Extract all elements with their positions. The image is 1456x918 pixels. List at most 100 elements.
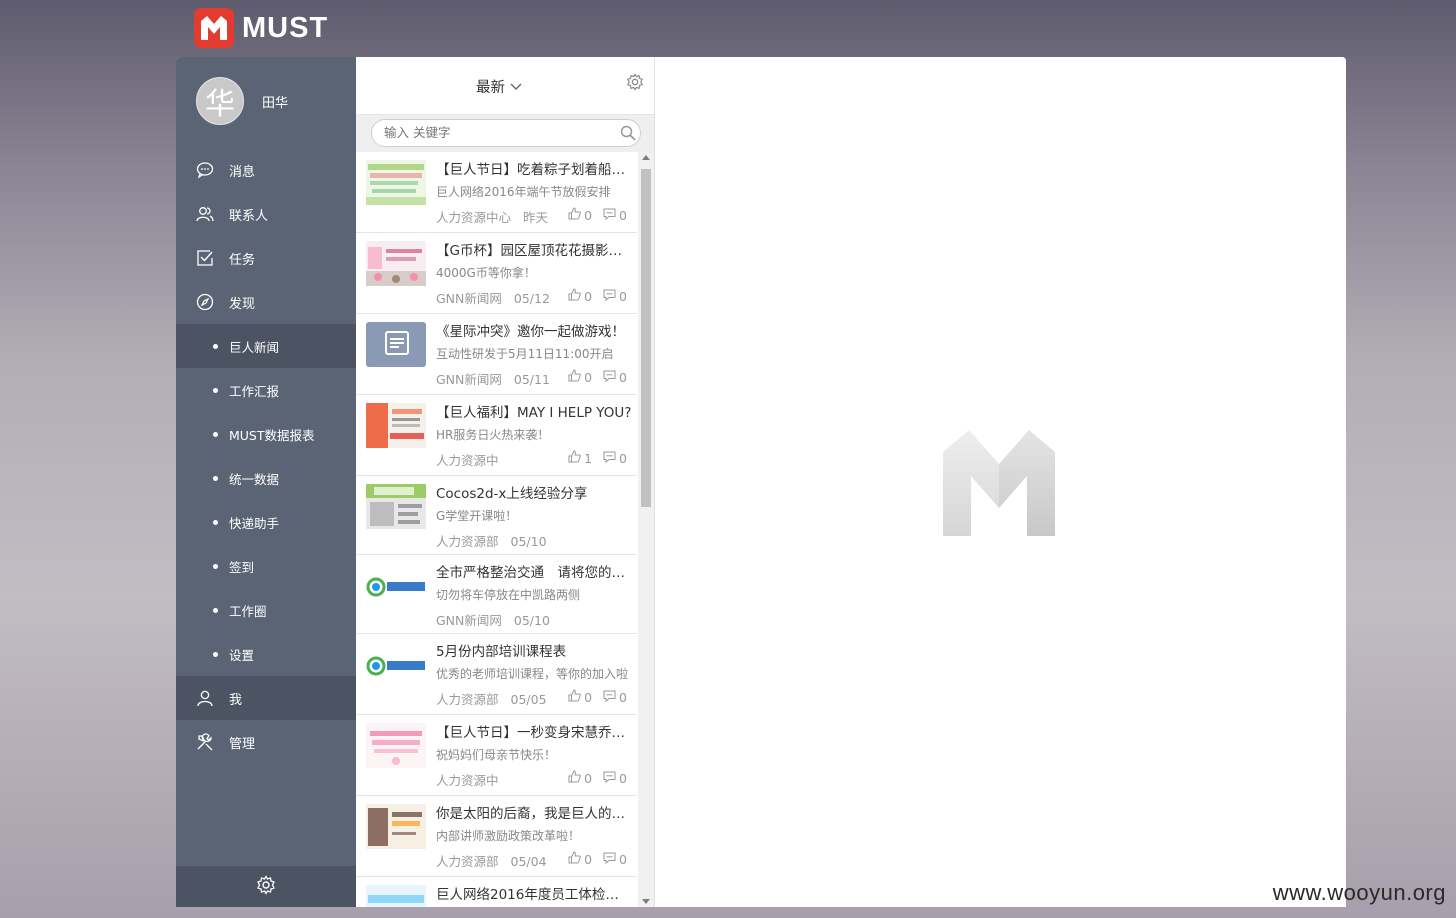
sidebar-subitem-label: 工作圈 — [229, 603, 267, 619]
comment-icon[interactable] — [603, 690, 616, 705]
sidebar-subitem-unified-data[interactable]: 统一数据 — [176, 456, 356, 500]
news-title: 【G币杯】园区屋顶花花摄影大… — [436, 243, 632, 259]
like-count: 0 — [584, 770, 593, 786]
news-title: 巨人网络2016年度员工体检即将… — [436, 887, 632, 903]
search-icon[interactable] — [620, 125, 636, 145]
comment-icon[interactable] — [603, 852, 616, 867]
news-date: 05/10 — [513, 613, 550, 628]
sidebar-item-contacts[interactable]: 联系人 — [176, 192, 356, 236]
like-count: 0 — [584, 689, 593, 705]
news-desc: HR服务日火热来袭！ — [436, 428, 550, 442]
sidebar-item-label: 任务 — [229, 252, 256, 268]
news-stats: 0 0 — [568, 207, 627, 223]
sidebar-item-messages[interactable]: 消息 — [176, 148, 356, 192]
list-item[interactable]: 【巨人福利】MAY I HELP YOU? HR服务日火热来袭！ 人力资源中 1… — [356, 395, 637, 476]
news-meta: 人力资源部 05/04 — [436, 851, 547, 870]
user-profile[interactable]: 华 田华 — [196, 77, 288, 125]
sidebar-subitem-label: 签到 — [229, 559, 255, 575]
news-title: 【巨人节日】吃着粽子划着船，… — [436, 162, 632, 178]
news-title: 【巨人节日】一秒变身宋慧乔，… — [436, 725, 632, 741]
comment-count: 0 — [619, 851, 627, 867]
sidebar-subitem-settings[interactable]: 设置 — [176, 632, 356, 676]
news-date: 05/10 — [510, 534, 547, 549]
list-item[interactable]: 【G币杯】园区屋顶花花摄影大… 4000G币等你拿！ GNN新闻网 05/12 0… — [356, 233, 637, 314]
news-thumbnail — [366, 322, 426, 367]
list-item[interactable]: 5月份内部培训课程表 优秀的老师培训课程，等你的加入啦 人力资源部 05/05 0… — [356, 634, 637, 715]
sidebar-item-tasks[interactable]: 任务 — [176, 236, 356, 280]
thumbs-up-icon[interactable] — [568, 689, 581, 705]
comment-icon[interactable] — [603, 208, 616, 223]
sidebar-subitem-label: 设置 — [229, 647, 255, 663]
sidebar-subitem-express-assistant[interactable]: 快递助手 — [176, 500, 356, 544]
avatar[interactable]: 华 — [196, 77, 244, 125]
scroll-down-arrow-icon[interactable] — [642, 899, 650, 904]
sidebar-subitem-work-report[interactable]: 工作汇报 — [176, 368, 356, 412]
list-item[interactable]: 你是太阳的后裔，我是巨人的讲师 内部讲师激励政策改革啦！ 人力资源部 05/04 … — [356, 796, 637, 877]
checkbox-icon — [196, 249, 214, 267]
news-source: 人力资源中心 — [436, 210, 512, 225]
sidebar-item-admin[interactable]: 管理 — [176, 720, 356, 764]
sidebar-subitem-check-in[interactable]: 签到 — [176, 544, 356, 588]
bullet — [213, 475, 218, 481]
news-thumbnail — [366, 241, 426, 286]
comment-count: 0 — [619, 207, 627, 223]
news-thumbnail — [366, 723, 426, 768]
list-settings-button[interactable] — [626, 73, 644, 95]
sort-dropdown[interactable]: 最新 — [476, 76, 522, 97]
list-item[interactable]: Cocos2d-x上线经验分享 G学堂开课啦！ 人力资源部 05/10 — [356, 476, 637, 555]
thumbs-up-icon[interactable] — [568, 369, 581, 385]
thumbs-up-icon[interactable] — [568, 851, 581, 867]
sidebar-subitem-work-circle[interactable]: 工作圈 — [176, 588, 356, 632]
scrollbar-thumb[interactable] — [641, 169, 651, 507]
list-item[interactable]: 全市严格整治交通 请将您的爱… 切勿将车停放在中凯路两侧 GNN新闻网 05/10 — [356, 555, 637, 634]
news-title: 全市严格整治交通 请将您的爱… — [436, 565, 632, 581]
scroll-up-arrow-icon[interactable] — [642, 155, 650, 160]
thumbs-up-icon[interactable] — [568, 288, 581, 304]
comment-icon[interactable] — [603, 451, 616, 466]
list-item[interactable]: 【巨人节日】吃着粽子划着船，… 巨人网络2016年端午节放假安排 人力资源中心昨… — [356, 152, 637, 233]
news-source: 人力资源部 — [436, 692, 499, 707]
news-list-panel: 最新 输入 关键字 【巨人节日】吃着粽子划着船，… 巨人网络2016年端午节放假… — [356, 57, 655, 907]
list-item[interactable]: 巨人网络2016年度员工体检即将… — [356, 877, 637, 907]
news-source: 人力资源中 — [436, 453, 499, 468]
comment-icon[interactable] — [603, 771, 616, 786]
news-meta: GNN新闻网 05/12 — [436, 288, 550, 307]
thumbs-up-icon[interactable] — [568, 770, 581, 786]
sidebar-subitem-giant-news[interactable]: 巨人新闻 — [176, 324, 356, 368]
news-thumbnail — [366, 642, 426, 687]
person-icon — [196, 689, 214, 707]
news-title: 5月份内部培训课程表 — [436, 644, 567, 660]
sidebar-item-discover[interactable]: 发现 — [176, 280, 356, 324]
sidebar-subitem-must-data-report[interactable]: MUST数据报表 — [176, 412, 356, 456]
news-title: Cocos2d-x上线经验分享 — [436, 486, 588, 502]
news-desc: 4000G币等你拿！ — [436, 266, 536, 280]
news-title: 【巨人福利】MAY I HELP YOU? — [436, 405, 632, 421]
detail-pane — [655, 57, 1346, 907]
sidebar-nav: 消息 联系人 任务 发现 巨人新闻 工作汇报 MUST数据报表 统一数据 快递助… — [176, 148, 356, 764]
bullet — [213, 387, 218, 393]
list-item[interactable]: 【巨人节日】一秒变身宋慧乔，… 祝妈妈们母亲节快乐！ 人力资源中 0 0 — [356, 715, 637, 796]
sidebar-item-me[interactable]: 我 — [176, 676, 356, 720]
news-stats: 0 0 — [568, 851, 627, 867]
news-thumbnail — [366, 885, 426, 907]
news-date: 昨天 — [523, 210, 549, 225]
news-desc: 互动性研发于5月11日11:00开启 — [436, 347, 614, 361]
news-stats: 0 0 — [568, 369, 627, 385]
must-logo-icon — [194, 8, 234, 48]
list-item[interactable]: 《星际冲突》邀你一起做游戏！ 互动性研发于5月11日11:00开启 GNN新闻网… — [356, 314, 637, 395]
search-box — [371, 119, 641, 147]
comment-icon[interactable] — [603, 370, 616, 385]
gear-icon — [256, 874, 276, 899]
like-count: 1 — [584, 450, 593, 466]
list-scrollbar[interactable] — [638, 152, 654, 907]
comment-icon[interactable] — [603, 289, 616, 304]
search-bar — [356, 115, 654, 152]
search-input[interactable] — [382, 124, 606, 141]
like-count: 0 — [584, 369, 593, 385]
thumbs-up-icon[interactable] — [568, 450, 581, 466]
thumbs-up-icon[interactable] — [568, 207, 581, 223]
news-date: 05/04 — [510, 854, 547, 869]
sidebar-settings-button[interactable] — [176, 866, 356, 907]
news-thumbnail — [366, 804, 426, 849]
news-desc: G学堂开课啦！ — [436, 509, 518, 523]
